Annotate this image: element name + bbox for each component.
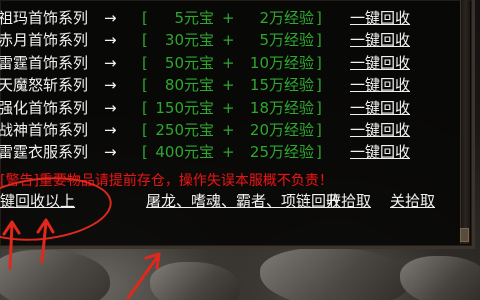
item-series-name: 祖玛首饰系列 — [0, 9, 89, 27]
close-bracket: ] — [316, 76, 322, 95]
recycle-row: 祖玛首饰系列 → [5元宝 +2万经验] 一键回收 — [0, 9, 460, 28]
plus-sign: + — [222, 143, 235, 162]
open-bracket: [ — [142, 98, 148, 117]
plus-sign: + — [222, 76, 235, 95]
ingot-reward: 5元宝 — [174, 9, 214, 27]
ground-rock — [0, 250, 110, 300]
recycle-dialog: 祖玛首饰系列 →[5元宝 +2万经验] 一键回收 赤月首饰系列 →[30元宝 +5万经验] 一… — [0, 0, 475, 249]
arrow-icon: → — [104, 76, 117, 95]
open-bracket: [ — [142, 143, 148, 162]
close-bracket: ] — [316, 121, 322, 139]
one-click-recycle-button[interactable]: 一键回收 — [350, 143, 410, 162]
arrow-icon: → — [104, 121, 117, 139]
plus-sign: + — [222, 53, 235, 72]
ground-rock — [150, 262, 240, 300]
plus-sign: + — [222, 31, 235, 50]
recycle-row: 雷霆首饰系列 → [50元宝 +10万经验] 一键回收 — [0, 54, 460, 73]
item-series-name: 战神首饰系列 — [0, 121, 89, 139]
scrollbar-thumb[interactable] — [460, 228, 469, 242]
ground-rock — [260, 248, 410, 300]
exp-reward: 20万经验 — [249, 121, 314, 139]
plus-sign: + — [222, 9, 235, 27]
recycle-row: 天魔怒斩系列 → [80元宝 +15万经验] 一键回收 — [0, 76, 460, 95]
arrow-icon: → — [104, 53, 117, 72]
open-bracket: [ — [142, 53, 148, 72]
close-bracket: ] — [316, 143, 322, 162]
recycle-above-link[interactable]: 键回收以上 — [0, 192, 75, 211]
ingot-reward: 250元宝 — [155, 121, 214, 139]
close-bracket: ] — [316, 9, 322, 27]
ingot-reward: 400元宝 — [155, 143, 214, 162]
ground-rock — [400, 256, 480, 300]
one-click-recycle-button[interactable]: 一键回收 — [350, 99, 410, 118]
arrow-icon: → — [104, 9, 117, 27]
pickup-off-link[interactable]: 关拾取 — [390, 192, 435, 211]
item-series-name: 雷霆衣服系列 — [0, 143, 89, 162]
recycle-row: 战神首饰系列 → [250元宝 +20万经验] 一键回收 — [0, 121, 460, 140]
recycle-row: 强化首饰系列 → [150元宝 +18万经验] 一键回收 — [0, 99, 460, 118]
item-series-name: 赤月首饰系列 — [0, 31, 89, 50]
open-bracket: [ — [142, 76, 148, 95]
scrollbar[interactable] — [460, 0, 470, 244]
item-series-name: 强化首饰系列 — [0, 98, 89, 117]
item-series-name: 雷霆首饰系列 — [0, 53, 89, 72]
one-click-recycle-button[interactable]: 一键回收 — [350, 121, 410, 140]
dragon-soul-recycle-link[interactable]: 屠龙、嗜魂、霸者、项链回收 — [146, 192, 341, 211]
one-click-recycle-button[interactable]: 一键回收 — [350, 9, 410, 28]
exp-reward: 15万经验 — [249, 76, 314, 95]
one-click-recycle-button[interactable]: 一键回收 — [350, 76, 410, 95]
arrow-icon: → — [104, 98, 117, 117]
open-bracket: [ — [142, 121, 148, 139]
ingot-reward: 30元宝 — [164, 31, 214, 50]
arrow-icon: → — [104, 31, 117, 50]
exp-reward: 5万经验 — [259, 31, 314, 50]
one-click-recycle-button[interactable]: 一键回收 — [350, 54, 410, 73]
ingot-reward: 80元宝 — [164, 76, 214, 95]
close-bracket: ] — [316, 53, 322, 72]
exp-reward: 18万经验 — [249, 98, 314, 117]
close-bracket: ] — [316, 31, 322, 50]
item-series-name: 天魔怒斩系列 — [0, 76, 89, 95]
open-bracket: [ — [142, 31, 148, 50]
exp-reward: 10万经验 — [249, 53, 314, 72]
exp-reward: 25万经验 — [249, 143, 314, 162]
open-bracket: [ — [142, 9, 148, 27]
annotation-arrow-head — [144, 252, 161, 270]
pickup-on-link[interactable]: 开拾取 — [326, 192, 371, 211]
recycle-row: 赤月首饰系列 → [30元宝 +5万经验] 一键回收 — [0, 31, 460, 50]
arrow-icon: → — [104, 143, 117, 162]
ingot-reward: 150元宝 — [155, 98, 214, 117]
one-click-recycle-button[interactable]: 一键回收 — [350, 31, 410, 50]
plus-sign: + — [222, 121, 235, 139]
plus-sign: + — [222, 98, 235, 117]
recycle-row: 雷霆衣服系列 → [400元宝 +25万经验] 一键回收 — [0, 143, 460, 162]
warning-text: [警告]重要物品请提前存仓，操作失误本服概不负责！ — [0, 173, 333, 189]
close-bracket: ] — [316, 98, 322, 117]
exp-reward: 2万经验 — [259, 9, 314, 27]
ingot-reward: 50元宝 — [164, 53, 214, 72]
game-screen: 祖玛首饰系列 →[5元宝 +2万经验] 一键回收 赤月首饰系列 →[30元宝 +5万经验] 一… — [0, 0, 480, 300]
